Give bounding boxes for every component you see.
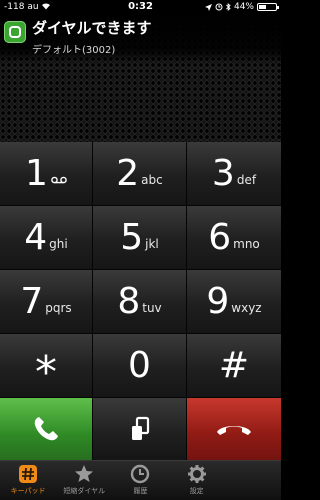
tab-history[interactable]: 履歴 bbox=[112, 461, 168, 500]
key-1[interactable]: 1 bbox=[0, 142, 93, 206]
call-status-title: ダイヤルできます bbox=[32, 19, 152, 37]
key-letters: jkl bbox=[145, 236, 159, 251]
call-status-header: ダイヤルできます デフォルト(3002) bbox=[0, 14, 281, 142]
key-5[interactable]: 5 jkl bbox=[93, 206, 187, 270]
app-logo-icon bbox=[4, 21, 26, 43]
star-icon bbox=[75, 465, 94, 482]
key-7[interactable]: 7 pqrs bbox=[0, 270, 93, 334]
key-digit: 4 bbox=[24, 216, 48, 258]
tab-label: 設定 bbox=[189, 487, 204, 495]
keypad-icon bbox=[19, 465, 38, 483]
tab-settings[interactable]: 設定 bbox=[169, 461, 225, 500]
key-digit: * bbox=[35, 346, 57, 398]
key-letters: mno bbox=[233, 236, 260, 251]
tab-label: 短縮ダイヤル bbox=[63, 487, 106, 495]
key-letters: wxyz bbox=[231, 300, 262, 315]
battery-icon bbox=[257, 3, 279, 11]
key-hash[interactable]: # bbox=[187, 334, 281, 398]
key-digit: 9 bbox=[206, 280, 230, 322]
bluetooth-icon bbox=[226, 3, 231, 11]
tab-keypad[interactable]: キーパッド bbox=[0, 461, 56, 500]
tab-label: キーパッド bbox=[10, 487, 46, 495]
gear-icon bbox=[187, 465, 206, 483]
battery-percent: 44% bbox=[233, 2, 254, 12]
key-digit: 1 bbox=[25, 152, 48, 194]
phone-icon bbox=[34, 417, 58, 441]
key-letters: abc bbox=[141, 172, 163, 187]
tab-bar: キーパッド 短縮ダイヤル 履歴 設定 bbox=[0, 460, 281, 500]
key-digit: 3 bbox=[211, 152, 235, 194]
key-digit: # bbox=[218, 344, 250, 386]
key-letters: tuv bbox=[142, 300, 162, 315]
dial-keypad: 1 2 abc 3 def 4 ghi 5 jkl 6 mno 7 pqrs 8 tuv 9w… bbox=[0, 142, 281, 398]
key-letters: pqrs bbox=[45, 300, 72, 315]
status-right: 44% bbox=[204, 2, 279, 12]
hangup-button[interactable] bbox=[187, 398, 281, 460]
voicemail-icon bbox=[51, 176, 67, 183]
tab-empty bbox=[225, 461, 281, 500]
key-digit: 2 bbox=[116, 152, 140, 194]
hangup-icon bbox=[217, 426, 251, 435]
clock-icon bbox=[131, 464, 150, 484]
key-6[interactable]: 6 mno bbox=[187, 206, 281, 270]
tab-label: 履歴 bbox=[133, 487, 148, 495]
location-icon bbox=[204, 3, 212, 11]
key-0[interactable]: 0 bbox=[93, 334, 187, 398]
key-digit: 7 bbox=[20, 280, 44, 322]
key-letters: ghi bbox=[49, 236, 68, 251]
key-letters: def bbox=[236, 172, 257, 187]
key-8[interactable]: 8 tuv bbox=[93, 270, 187, 334]
status-bar: -118 au 0:32 44% bbox=[0, 0, 281, 14]
transfer-icon bbox=[131, 416, 149, 440]
transfer-button[interactable] bbox=[93, 398, 187, 460]
alarm-icon bbox=[215, 3, 223, 11]
tab-speed-dial[interactable]: 短縮ダイヤル bbox=[56, 461, 112, 500]
key-2[interactable]: 2 abc bbox=[93, 142, 187, 206]
key-star[interactable]: * bbox=[0, 334, 93, 398]
account-label: デフォルト(3002) bbox=[32, 45, 116, 56]
call-actions bbox=[0, 398, 281, 460]
key-4[interactable]: 4 ghi bbox=[0, 206, 93, 270]
key-digit: 5 bbox=[120, 216, 144, 258]
key-3[interactable]: 3 def bbox=[187, 142, 281, 206]
call-button[interactable] bbox=[0, 398, 93, 460]
key-digit: 6 bbox=[208, 216, 232, 258]
key-digit: 0 bbox=[128, 344, 151, 386]
key-9[interactable]: 9 wxyz bbox=[187, 270, 281, 334]
key-digit: 8 bbox=[117, 280, 141, 322]
